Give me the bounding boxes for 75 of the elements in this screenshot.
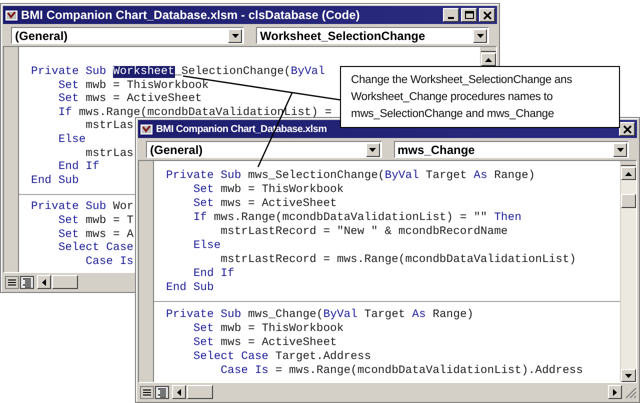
code-line: End Sub [166, 281, 214, 295]
right-arrow-icon [613, 388, 617, 396]
code-line: Case Is [84, 256, 134, 270]
code-line: Case Is = mws.Range(mcondbDataValidationList).Address [220, 364, 583, 378]
procedure-dropdown[interactable]: (General) [11, 27, 244, 44]
code-line: Set mwb = ThisWorkbook [192, 322, 344, 336]
module-view-icon[interactable] [20, 276, 34, 288]
code-line: mstrLastRecord = "New " & mcondbRecordName [220, 225, 508, 239]
scroll-thumb[interactable] [52, 275, 78, 289]
scroll-left-button[interactable] [37, 275, 51, 289]
window-title: BMI Companion Chart_Database.xlsm [156, 124, 327, 134]
code-line: Select Case [57, 242, 134, 256]
scroll-up-button[interactable] [621, 167, 636, 180]
close-icon [482, 10, 492, 20]
code-line: Set mws = ActiveSheet [192, 336, 337, 350]
scroll-thumb[interactable] [187, 385, 213, 399]
procedure-dropdown[interactable]: (General) [146, 141, 382, 158]
dropdown-arrow-button[interactable] [228, 28, 242, 42]
code-line: End If [57, 161, 100, 174]
code-line: mstrLastRecord = mws.Range(mcondbDataValidationList) [220, 253, 576, 267]
minimize-button[interactable] [443, 8, 459, 22]
left-arrow-icon [177, 388, 181, 396]
code-line: Set mws = ActiveSheet [57, 93, 202, 106]
code-line: mstrLas [85, 120, 134, 134]
down-arrow-icon [625, 374, 632, 378]
caret-icon [616, 148, 624, 152]
close-button[interactable] [479, 8, 495, 22]
scroll-right-button[interactable] [608, 385, 622, 399]
splitter-bar[interactable] [621, 161, 636, 166]
callout-note: Change the Worksheet_SelectionChange ans Worksheet_Change procedures names to mws_SelectionChange and mws_Change [340, 66, 620, 128]
module-view-icon[interactable] [155, 386, 169, 398]
scroll-thumb[interactable] [621, 194, 636, 208]
code-line: Set mws = A [57, 228, 134, 242]
maximize-button[interactable] [461, 8, 477, 22]
close-button[interactable] [619, 122, 635, 136]
code-line: mstrLas [84, 148, 134, 160]
code-line: Else [192, 239, 221, 253]
resize-grip-icon[interactable] [623, 385, 637, 399]
caret-icon [232, 34, 238, 38]
procedure-dropdown[interactable]: Worksheet_SelectionChange [256, 27, 489, 44]
code-line: Else [57, 134, 86, 148]
app-icon [5, 8, 18, 22]
scroll-up-button[interactable] [481, 53, 496, 66]
dropdown-arrow-button[interactable] [366, 142, 380, 156]
up-arrow-icon [625, 172, 632, 176]
app-icon [140, 122, 153, 136]
up-arrow-icon [485, 58, 492, 62]
code-pane[interactable] [154, 161, 620, 382]
procedure-view-icon[interactable] [5, 276, 19, 288]
code-line: Set mwb = ThisWorkbook [192, 183, 344, 197]
maximize-icon [464, 10, 474, 20]
procedure-view-icon[interactable] [140, 386, 154, 398]
dropdown-arrow-button[interactable] [473, 28, 487, 42]
code-line: End If [192, 267, 234, 281]
left-arrow-icon [42, 278, 46, 286]
scroll-down-button[interactable] [621, 369, 636, 382]
code-line: End Sub [31, 174, 79, 188]
minimize-icon [448, 17, 454, 19]
caret-icon [369, 148, 376, 152]
code-line: Private Sub Wor [31, 201, 134, 214]
dropdown-arrow-button[interactable] [613, 142, 627, 156]
scroll-left-button[interactable] [172, 385, 186, 399]
procedure-dropdown[interactable]: mws_Change [394, 141, 629, 158]
code-line: Select Case Target.Address [192, 350, 372, 364]
splitter-bar[interactable] [481, 47, 496, 52]
code-line: Private Sub mws_Change(ByVal Target As Range) [166, 308, 474, 322]
code-line: Set mwb = T [57, 214, 134, 229]
code-line: Private Sub mws_SelectionChange(ByVal Target As Range) [166, 169, 536, 183]
caret-icon [476, 34, 484, 38]
window-title: BMI Companion Chart_Database.xlsm - clsDatabase (Code) [21, 8, 361, 22]
code-line: Set mws = ActiveSheet [192, 197, 337, 211]
close-icon [622, 124, 632, 134]
vertical-scrollbar[interactable] [620, 161, 636, 382]
code-line: If mws.Range(mcondbDataValidationList) = "" Then [192, 211, 522, 225]
code-line: Set mwb = ThisWorkbook [57, 80, 209, 92]
